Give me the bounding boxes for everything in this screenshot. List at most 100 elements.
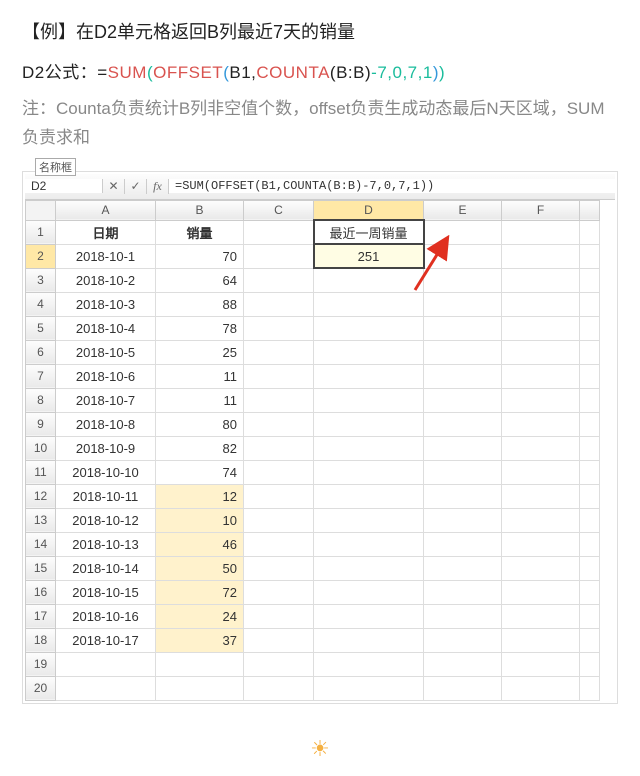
cell-F4[interactable]: [502, 292, 580, 316]
cell-D13[interactable]: [314, 508, 424, 532]
name-box[interactable]: D2: [25, 179, 103, 193]
cell-E1[interactable]: [424, 220, 502, 244]
cell-G15[interactable]: [580, 556, 600, 580]
cell-A2[interactable]: 2018-10-1: [56, 244, 156, 268]
cell-F3[interactable]: [502, 268, 580, 292]
cell-F16[interactable]: [502, 580, 580, 604]
cell-E3[interactable]: [424, 268, 502, 292]
cell-F2[interactable]: [502, 244, 580, 268]
cell-F8[interactable]: [502, 388, 580, 412]
cell-F7[interactable]: [502, 364, 580, 388]
cell-F5[interactable]: [502, 316, 580, 340]
cell-B2[interactable]: 70: [156, 244, 244, 268]
cell-B16[interactable]: 72: [156, 580, 244, 604]
row-header[interactable]: 13: [26, 508, 56, 532]
cell-G11[interactable]: [580, 460, 600, 484]
cell-C16[interactable]: [244, 580, 314, 604]
cell-A11[interactable]: 2018-10-10: [56, 460, 156, 484]
cell-A16[interactable]: 2018-10-15: [56, 580, 156, 604]
row-header[interactable]: 11: [26, 460, 56, 484]
cell-G9[interactable]: [580, 412, 600, 436]
cell-A10[interactable]: 2018-10-9: [56, 436, 156, 460]
cell-G8[interactable]: [580, 388, 600, 412]
cell-C17[interactable]: [244, 604, 314, 628]
cell-G16[interactable]: [580, 580, 600, 604]
cell-D9[interactable]: [314, 412, 424, 436]
cell-A18[interactable]: 2018-10-17: [56, 628, 156, 652]
cell-A15[interactable]: 2018-10-14: [56, 556, 156, 580]
cell-D5[interactable]: [314, 316, 424, 340]
cell-A6[interactable]: 2018-10-5: [56, 340, 156, 364]
cell-G6[interactable]: [580, 340, 600, 364]
cell-A9[interactable]: 2018-10-8: [56, 412, 156, 436]
col-header-A[interactable]: A: [56, 200, 156, 220]
cell-B5[interactable]: 78: [156, 316, 244, 340]
cell-G2[interactable]: [580, 244, 600, 268]
cell-D19[interactable]: [314, 652, 424, 676]
cell-F14[interactable]: [502, 532, 580, 556]
cell-E17[interactable]: [424, 604, 502, 628]
cell-D10[interactable]: [314, 436, 424, 460]
cell-D1[interactable]: 最近一周销量: [314, 220, 424, 244]
cell-C4[interactable]: [244, 292, 314, 316]
row-header[interactable]: 10: [26, 436, 56, 460]
cell-G5[interactable]: [580, 316, 600, 340]
cell-F10[interactable]: [502, 436, 580, 460]
cell-E14[interactable]: [424, 532, 502, 556]
row-header[interactable]: 16: [26, 580, 56, 604]
cell-A5[interactable]: 2018-10-4: [56, 316, 156, 340]
cell-E7[interactable]: [424, 364, 502, 388]
cell-C1[interactable]: [244, 220, 314, 244]
cell-C2[interactable]: [244, 244, 314, 268]
cell-D16[interactable]: [314, 580, 424, 604]
col-header-F[interactable]: F: [502, 200, 580, 220]
confirm-icon[interactable]: ✓: [125, 179, 147, 194]
row-header[interactable]: 1: [26, 220, 56, 244]
cell-F17[interactable]: [502, 604, 580, 628]
cell-G14[interactable]: [580, 532, 600, 556]
cell-A20[interactable]: [56, 676, 156, 700]
cell-A12[interactable]: 2018-10-11: [56, 484, 156, 508]
cell-C13[interactable]: [244, 508, 314, 532]
cell-C20[interactable]: [244, 676, 314, 700]
cell-D11[interactable]: [314, 460, 424, 484]
cell-C14[interactable]: [244, 532, 314, 556]
cell-D18[interactable]: [314, 628, 424, 652]
cell-A19[interactable]: [56, 652, 156, 676]
cell-C5[interactable]: [244, 316, 314, 340]
cell-B6[interactable]: 25: [156, 340, 244, 364]
cell-B20[interactable]: [156, 676, 244, 700]
row-header[interactable]: 6: [26, 340, 56, 364]
col-header-D[interactable]: D: [314, 200, 424, 220]
cell-E5[interactable]: [424, 316, 502, 340]
cell-B9[interactable]: 80: [156, 412, 244, 436]
cell-F20[interactable]: [502, 676, 580, 700]
cell-F9[interactable]: [502, 412, 580, 436]
cell-C9[interactable]: [244, 412, 314, 436]
col-header-C[interactable]: C: [244, 200, 314, 220]
cell-C7[interactable]: [244, 364, 314, 388]
cell-C6[interactable]: [244, 340, 314, 364]
cell-B10[interactable]: 82: [156, 436, 244, 460]
cell-B13[interactable]: 10: [156, 508, 244, 532]
cell-A14[interactable]: 2018-10-13: [56, 532, 156, 556]
cell-D14[interactable]: [314, 532, 424, 556]
cell-E20[interactable]: [424, 676, 502, 700]
cell-A1[interactable]: 日期: [56, 220, 156, 244]
cell-C11[interactable]: [244, 460, 314, 484]
select-all-corner[interactable]: [26, 200, 56, 220]
cell-G10[interactable]: [580, 436, 600, 460]
cell-D8[interactable]: [314, 388, 424, 412]
col-header-E[interactable]: E: [424, 200, 502, 220]
row-header[interactable]: 14: [26, 532, 56, 556]
cell-C18[interactable]: [244, 628, 314, 652]
cell-F13[interactable]: [502, 508, 580, 532]
cell-F12[interactable]: [502, 484, 580, 508]
cell-D7[interactable]: [314, 364, 424, 388]
cell-F15[interactable]: [502, 556, 580, 580]
cell-A17[interactable]: 2018-10-16: [56, 604, 156, 628]
cell-F11[interactable]: [502, 460, 580, 484]
cell-G7[interactable]: [580, 364, 600, 388]
row-header[interactable]: 8: [26, 388, 56, 412]
cell-B15[interactable]: 50: [156, 556, 244, 580]
